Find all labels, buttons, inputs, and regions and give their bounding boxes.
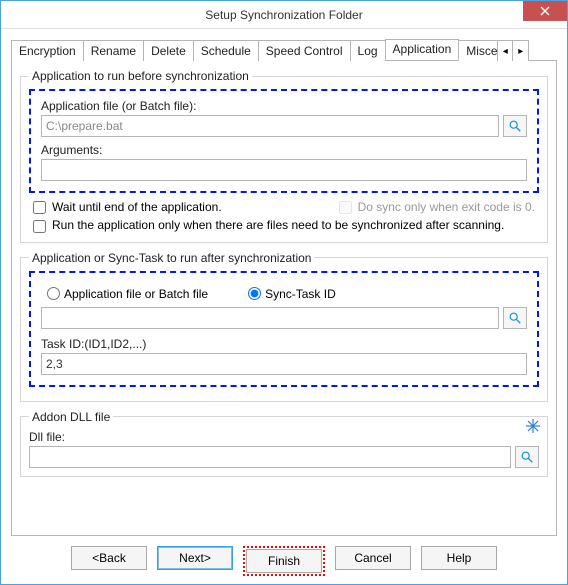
radio-app-file[interactable]: Application file or Batch file <box>47 287 208 301</box>
scan-checkbox-label: Run the application only when there are … <box>52 218 504 234</box>
before-file-input[interactable] <box>41 115 499 137</box>
radio-sync-task[interactable]: Sync-Task ID <box>248 287 336 301</box>
magnifier-icon <box>520 450 534 464</box>
wait-checkbox[interactable] <box>33 201 46 214</box>
dll-file-label: Dll file: <box>29 430 539 444</box>
tab-misc[interactable]: Misce <box>458 40 498 61</box>
next-button[interactable]: Next> <box>157 546 233 570</box>
tab-application[interactable]: Application <box>385 39 460 60</box>
tab-schedule[interactable]: Schedule <box>193 40 259 61</box>
tab-scroll-left[interactable]: ◂ <box>497 40 513 61</box>
back-button[interactable]: <Back <box>71 546 147 570</box>
tab-panel-application: Application to run before synchronizatio… <box>11 61 557 536</box>
finish-highlight: Finish <box>243 546 325 576</box>
tab-encryption[interactable]: Encryption <box>11 40 84 61</box>
after-path-input[interactable] <box>41 307 499 329</box>
radio-app-file-input[interactable] <box>47 287 60 300</box>
after-type-radio-group: Application file or Batch file Sync-Task… <box>47 287 527 301</box>
title-bar: Setup Synchronization Folder <box>1 1 567 29</box>
dialog-window: Setup Synchronization Folder Encryption … <box>0 0 568 585</box>
finish-button[interactable]: Finish <box>246 549 322 573</box>
group-addon-dll: Addon DLL file Dll file: <box>20 410 548 477</box>
wizard-button-bar: <Back Next> Finish Cancel Help <box>11 536 557 576</box>
dll-file-browse-button[interactable] <box>515 446 539 468</box>
taskid-input[interactable] <box>41 353 527 375</box>
cancel-button[interactable]: Cancel <box>335 546 411 570</box>
group-after-legend: Application or Sync-Task to run after sy… <box>29 251 314 265</box>
window-title: Setup Synchronization Folder <box>1 8 567 22</box>
help-button[interactable]: Help <box>421 546 497 570</box>
content-area: Encryption Rename Delete Schedule Speed … <box>1 29 567 584</box>
magnifier-icon <box>508 119 522 133</box>
before-args-input[interactable] <box>41 159 527 181</box>
tab-log[interactable]: Log <box>350 40 386 61</box>
tab-delete[interactable]: Delete <box>143 40 194 61</box>
dll-file-input[interactable] <box>29 446 511 468</box>
group-before-sync: Application to run before synchronizatio… <box>20 69 548 243</box>
tab-scroll-right[interactable]: ▸ <box>513 40 529 61</box>
before-file-browse-button[interactable] <box>503 115 527 137</box>
close-icon <box>540 6 550 16</box>
group-after-sync: Application or Sync-Task to run after sy… <box>20 251 548 402</box>
highlight-before-file: Application file (or Batch file): Argume… <box>29 89 539 193</box>
scan-checkbox[interactable] <box>33 220 46 233</box>
group-before-legend: Application to run before synchronizatio… <box>29 69 252 83</box>
before-args-label: Arguments: <box>41 143 527 157</box>
wait-checkbox-label[interactable]: Wait until end of the application. <box>33 199 222 214</box>
after-path-browse-button[interactable] <box>503 307 527 329</box>
exit0-checkbox-label: Do sync only when exit code is 0. <box>339 199 535 214</box>
taskid-label: Task ID:(ID1,ID2,...) <box>41 337 527 351</box>
before-file-label: Application file (or Batch file): <box>41 99 527 113</box>
exit0-checkbox <box>339 201 352 214</box>
tab-speed-control[interactable]: Speed Control <box>258 40 351 61</box>
close-button[interactable] <box>523 1 567 21</box>
radio-sync-task-input[interactable] <box>248 287 261 300</box>
group-addon-legend: Addon DLL file <box>29 410 113 424</box>
star-icon <box>525 418 541 434</box>
tab-strip: Encryption Rename Delete Schedule Speed … <box>11 39 557 61</box>
tab-rename[interactable]: Rename <box>83 40 144 61</box>
magnifier-icon <box>508 311 522 325</box>
highlight-after: Application file or Batch file Sync-Task… <box>29 271 539 387</box>
